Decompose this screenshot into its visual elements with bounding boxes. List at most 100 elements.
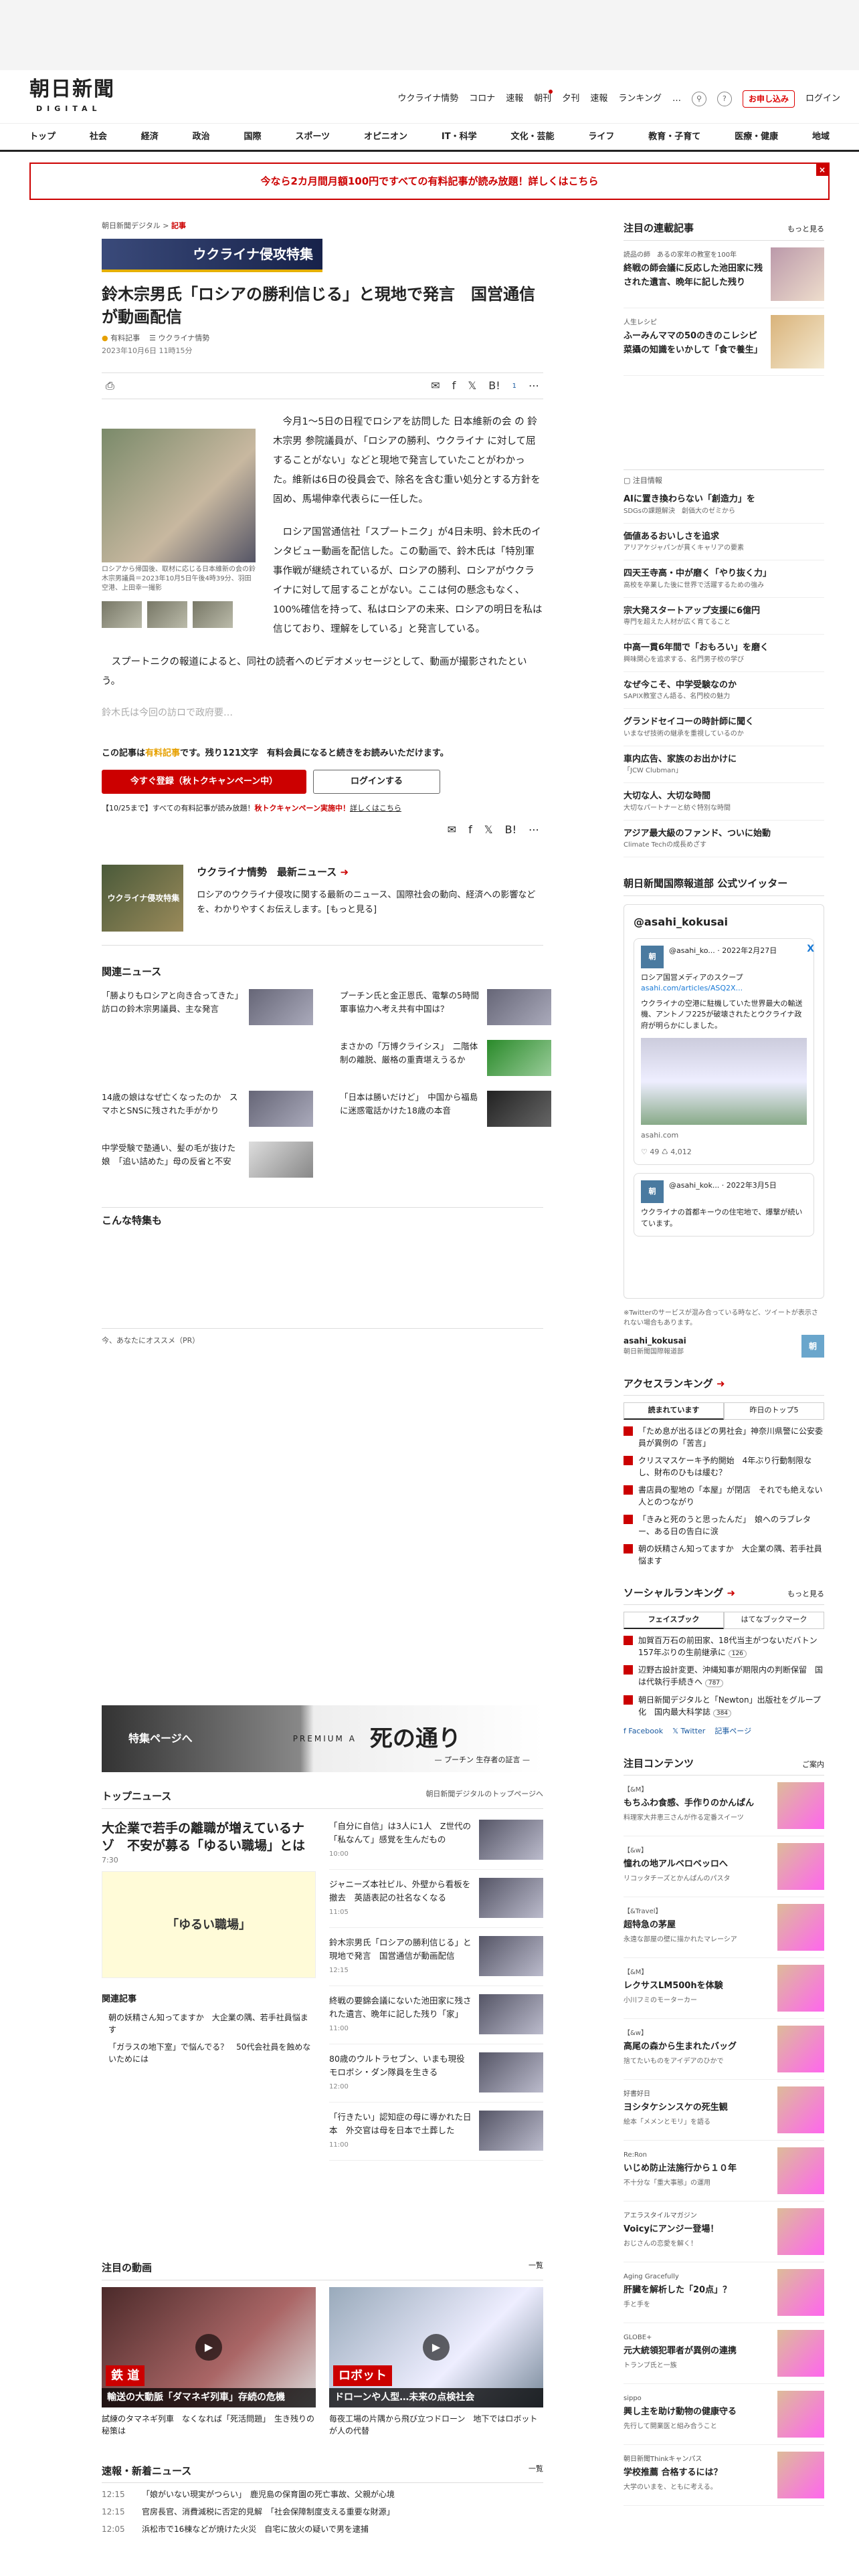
video-thumb[interactable]: 鉄 道 ▶ 輸送の大動脈「ダマネギ列車」存続の危機	[102, 2286, 316, 2407]
x-logo-icon[interactable]: X	[807, 942, 814, 956]
twitter-embed[interactable]: @asahi_kokusai X 朝 @asahi_ko... · 2022年2…	[624, 903, 824, 1299]
site-logo[interactable]: 朝日新聞	[29, 80, 115, 100]
pick-item[interactable]: グランドセイコーの時計師に聞く いまなぜ技術の継承を重視しているのか	[624, 709, 824, 746]
related-item[interactable]: 14歳の娘はなぜ亡くなったのか スマホとSNSに残された手がかり	[102, 1090, 313, 1130]
premium-feature-banner[interactable]: 特集ページへ PREMIUM A 死の通り — プーチン 生存者の証言 —	[102, 1705, 543, 1772]
ukraine-more-link[interactable]: [もっと見る]	[326, 905, 377, 915]
photo-thumb[interactable]	[147, 601, 187, 629]
photo-thumb[interactable]	[193, 601, 233, 629]
pick-item[interactable]: 四天王寺高・中が磨く「やり抜く力」 高校を卒業した後に世界で活躍するための強み	[624, 560, 824, 598]
breadcrumb-article[interactable]: 記事	[171, 221, 186, 230]
top-news-item[interactable]: 「行きたい」認知症の母に導かれた日本 外交官は母を日本で土葬した 11:00	[329, 2110, 543, 2161]
related-item[interactable]: 「日本は勝いだけど」 中国から福島に迷惑電話かけた18歳の本音	[340, 1090, 551, 1130]
register-button[interactable]: 今すぐ登録（秋トクキャンペーン中）	[102, 769, 306, 794]
tab-hatena[interactable]: はてなブックマーク	[724, 1612, 824, 1629]
nav-ukraine[interactable]: ウクライナ情勢	[398, 92, 459, 106]
play-icon[interactable]: ▶	[423, 2333, 450, 2361]
avatar[interactable]: 朝	[641, 945, 664, 968]
ranking-item[interactable]: 「ため息が出るほどの男社会」神奈川県警に公安委員が異例の「苦言」	[624, 1425, 824, 1449]
tweet-link[interactable]: asahi.com/articles/ASQ2X...	[641, 983, 807, 994]
related-item[interactable]: プーチン氏と金正恩氏、電撃の5時間 軍事協力へ考え共有中国は？	[340, 988, 551, 1028]
gnav-item[interactable]: 経済	[141, 130, 159, 144]
gnav-item[interactable]: 地域	[812, 130, 830, 144]
videos-more-link[interactable]: 一覧	[529, 2260, 543, 2276]
gnav-item[interactable]: 国際	[244, 130, 262, 144]
featured-more-link[interactable]: ご案内	[802, 1759, 824, 1771]
top-news-item[interactable]: 鈴木宗男氏「ロシアの勝利信じる」と現地で発言 国営通信が動画配信 12:15	[329, 1935, 543, 1986]
pick-item[interactable]: アジア最大級のファンド、ついに始動 Climate Techの成長めざす	[624, 821, 824, 857]
hatena-icon[interactable]: B!	[505, 822, 516, 838]
ukraine-news-image[interactable]: ウクライナ侵攻特集	[102, 865, 184, 932]
video-thumb[interactable]: ロボット ▶ ドローンや人型…未来の点検社会	[329, 2286, 543, 2407]
twitter-account-name[interactable]: @asahi_kokusai	[634, 914, 814, 930]
series-more-link[interactable]: もっと見る	[787, 224, 824, 235]
social-more-link[interactable]: もっと見る	[787, 1589, 824, 1600]
breaking-more-link[interactable]: 一覧	[529, 2464, 543, 2479]
ranking-item[interactable]: クリスマスケーキ予約開始 4年ぶり行動制限なし、財布のひもは緩む？	[624, 1455, 824, 1479]
pick-item[interactable]: 車内広告、家族のお出かけに 「JCW Clubman」	[624, 746, 824, 783]
gnav-item[interactable]: ライフ	[588, 130, 614, 144]
top-news-item[interactable]: ジャニーズ本社ビル、外壁から看板を撤去 英語表記の社名なくなる 11:05	[329, 1877, 543, 1928]
series-item[interactable]: 人生レシピ ふーみんママの50のきのこレシピ 菜攝の知識をいかして「食で養生」	[624, 308, 824, 376]
login-link[interactable]: ログイン	[805, 92, 840, 106]
related-item[interactable]: 中学受験で塾通い、髪の毛が抜けた娘 「追い詰めた」母の反省と不安	[102, 1141, 313, 1180]
twitter-icon[interactable]: 𝕏	[484, 822, 493, 838]
gnav-item[interactable]: 教育・子育て	[648, 130, 700, 144]
gnav-item[interactable]: トップ	[29, 130, 56, 144]
social-item[interactable]: 加賀百万石の前田家、18代当主がつないだバトン 157年ぶりの生前継承に 126	[624, 1634, 826, 1659]
avatar[interactable]: 朝	[641, 1180, 664, 1203]
gnav-item[interactable]: IT・科学	[442, 130, 477, 144]
featured-item[interactable]: 【&Travel】 超特急の茅屋 永遠な部屋の壁に描かれたマレーシア	[624, 1897, 824, 1958]
details-link[interactable]: 詳しくはこちら	[350, 804, 401, 813]
featured-item[interactable]: Aging Gracefully 肝臓を解析した「20点」？ 手と手を	[624, 2262, 824, 2323]
close-icon[interactable]: ×	[816, 164, 828, 176]
tweet[interactable]: 朝 @asahi_kok... · 2022年3月5日 ウクライナの首都キーウの…	[634, 1173, 814, 1237]
breaking-item[interactable]: 12:15 「娘がいない現実がつらい」 鹿児島の保育園の死亡事故、父親が心境	[102, 2488, 543, 2500]
related-item[interactable]: まさかの「万博クライシス」 二階体制の離脱、厳格の重責堪えうるか	[340, 1039, 551, 1079]
pick-item[interactable]: 大切な人、大切な時間 大切なパートナーと紡ぐ特別な時間	[624, 783, 824, 821]
series-link[interactable]: ☰ ウクライナ情勢	[149, 333, 209, 344]
featured-item[interactable]: アエラスタイルマガジン Voicyにアンジー登場！ おじさんの恋愛を解く！	[624, 2202, 824, 2262]
tweet-stats[interactable]: ♡ 49 ♺ 4,012	[641, 1147, 807, 1158]
breaking-item[interactable]: 12:05 浜松市で16棟などが焼けた火災 自宅に放火の疑いで男を逮捕	[102, 2523, 543, 2535]
pick-item[interactable]: 宗大発スタートアップ支援に6億円 専門を超えた人材が広く育てること	[624, 598, 824, 635]
twitter-icon[interactable]: 𝕏	[468, 378, 476, 394]
tweet[interactable]: 朝 @asahi_ko... · 2022年2月27日 ロシア国営メディアのスク…	[634, 938, 814, 1165]
search-icon[interactable]: ⚲	[691, 92, 706, 106]
gnav-item[interactable]: 政治	[193, 130, 210, 144]
featured-item[interactable]: 【&w】 高尾の森から生まれたバッグ 捨てたいものをアイデアのひかで	[624, 2019, 824, 2080]
gnav-item[interactable]: 社会	[90, 130, 107, 144]
tab-facebook[interactable]: フェイスブック	[624, 1612, 724, 1629]
lead-title[interactable]: 大企業で若手の離職が増えているナゾ 不安が募る「ゆるい職場」とは	[102, 1820, 316, 1855]
featured-item[interactable]: 好書好日 ヨシタケシンスケの死生観 絵本「メメンとモリ」を語る	[624, 2080, 824, 2141]
facebook-link[interactable]: f Facebook	[624, 1726, 663, 1737]
series-item[interactable]: 読品の師 あるの家年の教室を100年 終戦の師会議に反応した池田家に残された遺言、…	[624, 241, 824, 308]
pick-item[interactable]: 価値あるおいしさを追求 アリアケジャパンが貫くキャリアの要素	[624, 524, 824, 560]
breaking-item[interactable]: 12:15 官房長官、消費減税に否定的見解 「社会保障制度支える重要な財源」	[102, 2506, 543, 2518]
twitter-account[interactable]: asahi_kokusai 朝日新聞国際報道部 朝	[624, 1334, 824, 1358]
gnav-item[interactable]: 文化・芸能	[510, 130, 554, 144]
nav-ranking[interactable]: ランキング	[618, 92, 662, 106]
tweet-image[interactable]	[641, 1038, 807, 1125]
article-photo[interactable]: ロシアから帰国後、取材に応じる日本維新の会の鈴木宗男議員＝2023年10月5日午…	[102, 429, 256, 629]
tab-yesterday[interactable]: 昨日のトップ5	[724, 1402, 824, 1420]
top-news-item[interactable]: 80歳のウルトラセブン、いまも現役 モロボシ・ダン隊員を生きる 12:00	[329, 2052, 543, 2103]
campaign-banner[interactable]: 今なら2カ月間月額100円ですべての有料記事が読み放題！詳しくはこちら ×	[29, 163, 830, 200]
featured-item[interactable]: Re:Ron いじめ防止法施行から１０年 不十分な「重大事態」の運用	[624, 2141, 824, 2202]
featured-item[interactable]: 朝日新聞Thinkキャンパス 学校推薦 合格するには？ 大学のいまを、ともに考える。	[624, 2445, 824, 2506]
nav-breaking[interactable]: 速報	[506, 92, 523, 106]
photo-image[interactable]	[102, 429, 256, 563]
related-article[interactable]: 「ガラスの地下室」で悩んでる？ 50代会社員を蝕めないためには	[102, 2041, 316, 2065]
related-item[interactable]: 「勝よりもロシアと向き合ってきた」 訪ロの鈴木宗男議員、主な発言	[102, 988, 313, 1028]
twitter-link[interactable]: 𝕏 Twitter	[672, 1726, 705, 1737]
more-icon[interactable]: ⋯	[529, 378, 539, 394]
featured-item[interactable]: sippo 興し主を助け動物の健康守る 先行して開業医と組み合うこと	[624, 2384, 824, 2445]
nav-corona[interactable]: コロナ	[469, 92, 495, 106]
pick-item[interactable]: AIに置き換わらない「創造力」を SDGsの課題解決 創価大のゼミから	[624, 486, 824, 524]
feature-tag-ukraine[interactable]: ウクライナ侵攻特集	[102, 238, 322, 272]
ranking-item[interactable]: 「きみと死のうと思ったんだ」 娘へのラブレター、ある日の告白に涙	[624, 1513, 824, 1537]
nav-morning[interactable]: 朝刊	[534, 90, 553, 106]
featured-item[interactable]: 【&M】 レクサスLM500hを体験 小川フミのモーターカー	[624, 1958, 824, 2019]
featured-item[interactable]: GLOBE+ 元大統領犯罪者が異例の連携 トランプ氏と一族	[624, 2323, 824, 2384]
pick-item[interactable]: なぜ今こそ、中学受験なのか SAPIX教室さん語る、名門校の魅力	[624, 672, 824, 709]
